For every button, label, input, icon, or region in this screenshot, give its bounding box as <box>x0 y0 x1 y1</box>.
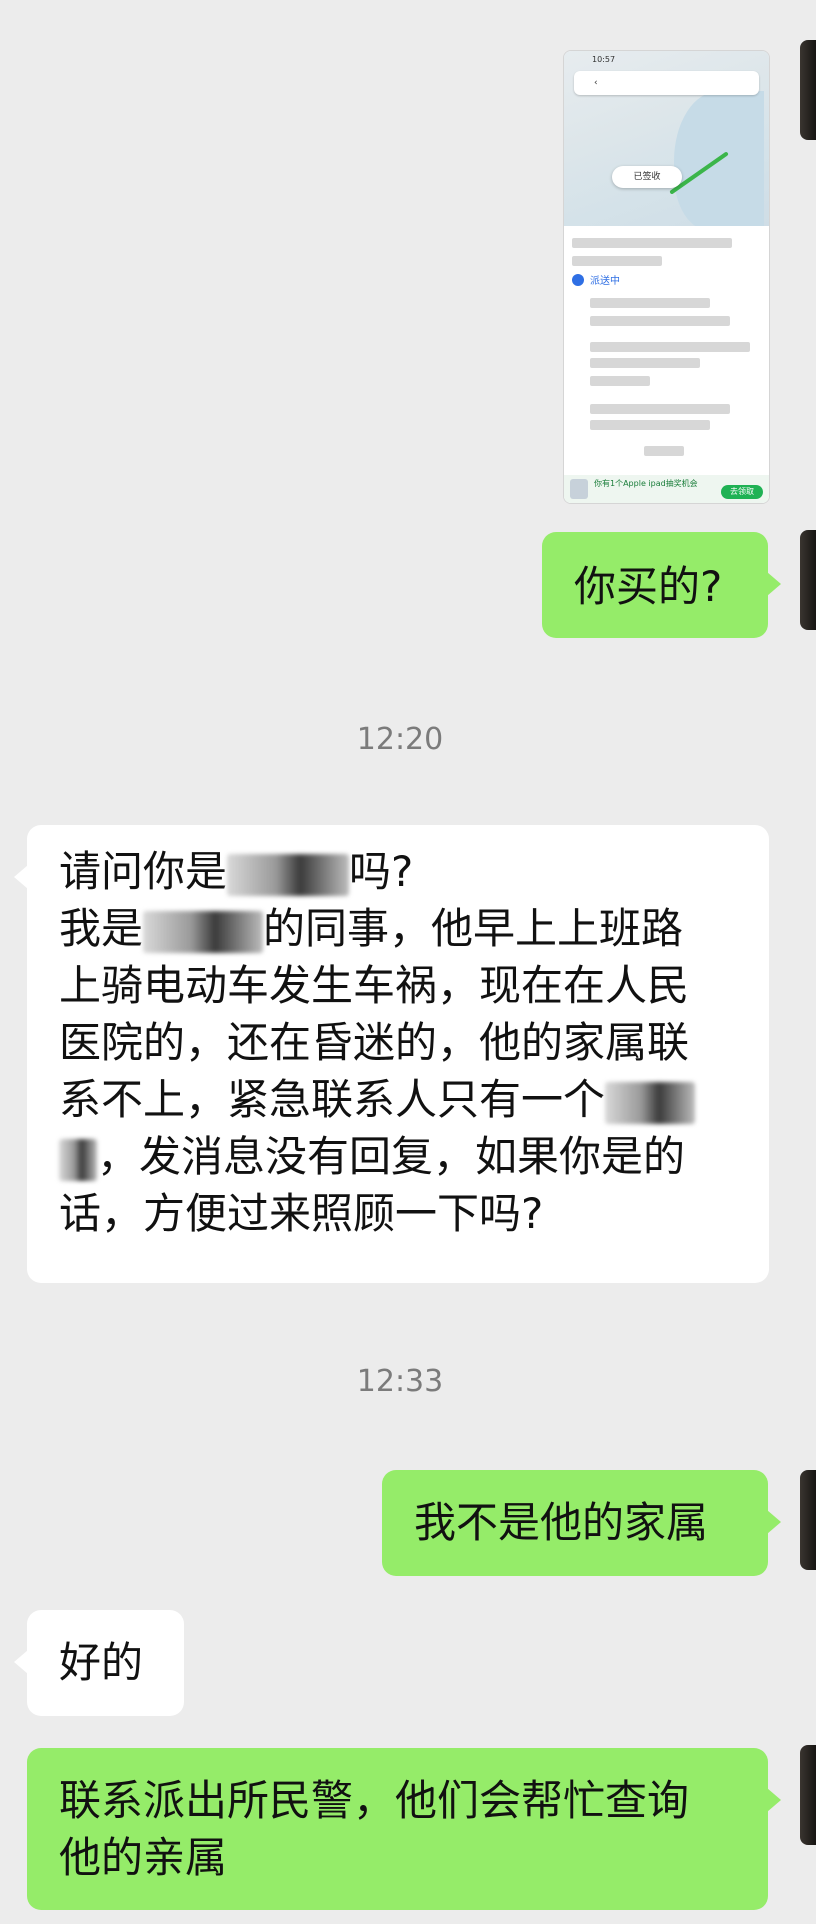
message-line: 联系派出所民警，他们会帮忙查询 <box>59 1776 690 1825</box>
image-message-thumbnail[interactable]: ‹ 10:57 已签收 派送中 你有1个Apple ipad抽奖机会 去领取 <box>563 50 770 504</box>
ad-claim-button[interactable]: 去领取 <box>721 485 763 499</box>
message-line: 我是 的同事，他早上上班路 <box>59 904 684 953</box>
ad-banner[interactable]: 你有1个Apple ipad抽奖机会 去领取 <box>564 475 769 503</box>
thumbnail-status-bar: 10:57 <box>592 55 616 64</box>
message-line: 系不上，紧急联系人只有一个 <box>59 1071 769 1128</box>
delivery-sheet: 派送中 <box>564 226 769 503</box>
map-area: ‹ 10:57 已签收 <box>564 51 769 231</box>
redacted-name <box>605 1081 696 1124</box>
message-line: 请问你是 吗? <box>59 847 414 896</box>
status-check-icon <box>572 274 584 286</box>
message-text: 我不是他的家属 <box>414 1498 709 1547</box>
cutoff-message-text <box>90 0 730 10</box>
redacted-name <box>59 1138 97 1181</box>
user-avatar[interactable] <box>800 1745 816 1845</box>
message-line: 上骑电动车发生车祸，现在在人民 <box>59 961 690 1010</box>
sent-message-bubble[interactable]: 你买的? <box>542 532 781 638</box>
ad-text: 你有1个Apple ipad抽奖机会 <box>594 479 698 488</box>
user-avatar[interactable] <box>800 40 816 140</box>
timestamp: 12:33 <box>356 1364 444 1399</box>
sent-message-bubble[interactable]: 我不是他的家属 <box>382 1470 781 1576</box>
received-message-bubble[interactable]: 请问你是 吗? 我是 的同事，他早上上班路 上骑电动车发生车祸，现在在人民 医院的，… <box>14 825 769 1283</box>
user-avatar[interactable] <box>800 530 816 630</box>
redacted-name <box>227 853 350 896</box>
redacted-name <box>143 910 264 953</box>
message-text: 你买的? <box>574 562 723 611</box>
ipad-icon <box>570 479 588 499</box>
received-message-bubble[interactable]: 好的 <box>14 1610 184 1716</box>
thumbnail-status-label: 派送中 <box>590 276 620 287</box>
message-line: 他的亲属 <box>59 1833 228 1882</box>
back-icon: ‹ <box>594 78 598 88</box>
timestamp: 12:20 <box>356 722 444 757</box>
thumbnail-pill: 已签收 <box>612 166 682 188</box>
message-line: 医院的，还在昏迷的，他的家属联 <box>59 1018 690 1067</box>
message-text: 好的 <box>59 1638 144 1687</box>
message-line: 话，方便过来照顾一下吗? <box>59 1189 544 1238</box>
sent-message-bubble[interactable]: 联系派出所民警，他们会帮忙查询 他的亲属 <box>27 1748 781 1910</box>
thumbnail-topbar: ‹ <box>574 71 759 95</box>
message-line: ，发消息没有回复，如果你是的 <box>59 1128 769 1185</box>
user-avatar[interactable] <box>800 1470 816 1570</box>
